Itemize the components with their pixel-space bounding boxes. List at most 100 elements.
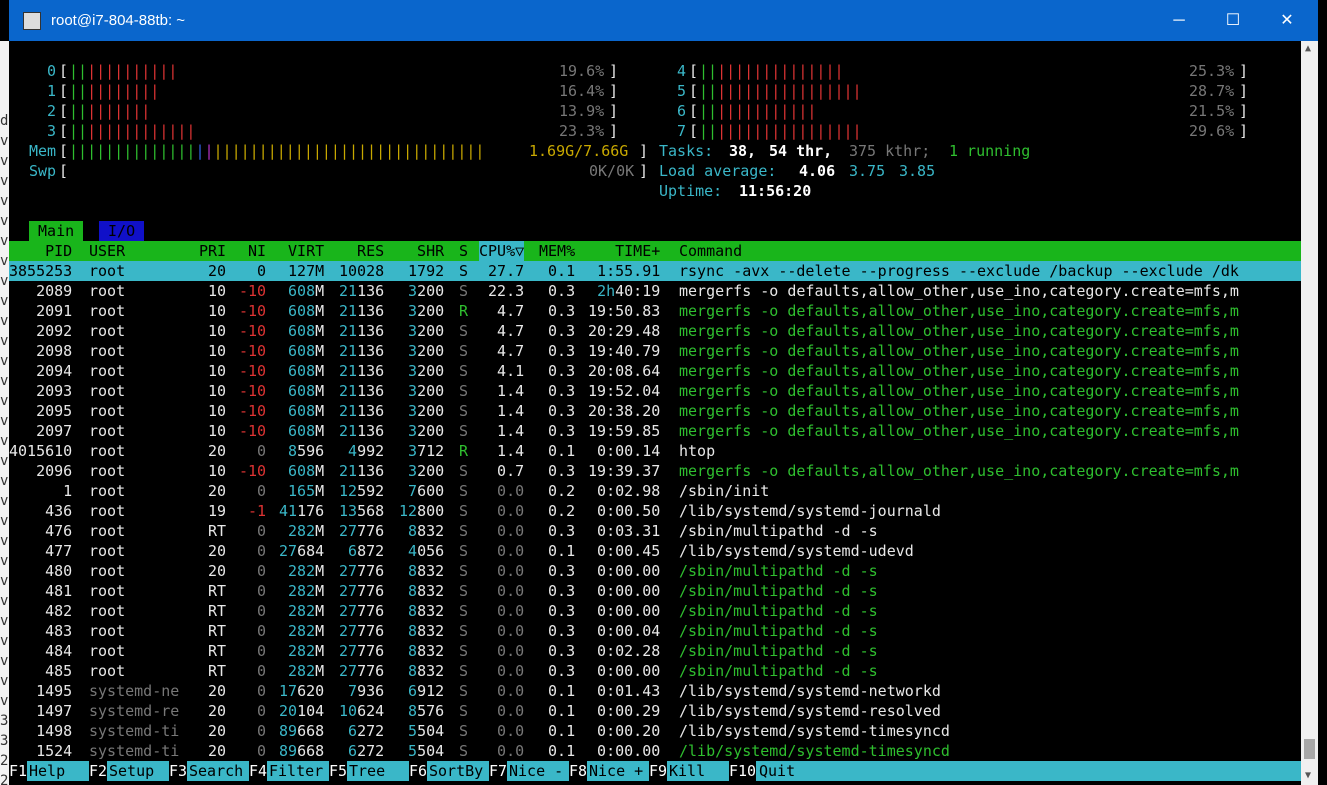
cell-virt: 608M: [279, 301, 324, 321]
column-header-cpu[interactable]: CPU%▽: [479, 241, 525, 261]
cell-s: R: [459, 302, 469, 320]
scroll-up-icon[interactable]: ▲: [1305, 43, 1311, 54]
close-button[interactable]: ✕: [1264, 0, 1310, 41]
process-row[interactable]: 481 root RT 0 282M 27776 8832 S 0.0 0.3 0:0…: [9, 581, 1301, 601]
strip-char: v: [0, 353, 9, 369]
process-row[interactable]: 2092 root 10 -10 608M 21136 3200 S 4.7 0.3 2…: [9, 321, 1301, 341]
fkey-f5[interactable]: F5: [329, 761, 348, 781]
process-row[interactable]: 482 root RT 0 282M 27776 8832 S 0.0 0.3 0:0…: [9, 601, 1301, 621]
vertical-scrollbar[interactable]: ▲ ▼: [1301, 41, 1318, 785]
column-header-user[interactable]: USER: [89, 241, 179, 261]
process-row[interactable]: 477 root 20 0 27684 6872 4056 S 0.0 0.1 0:0…: [9, 541, 1301, 561]
scrollbar-thumb[interactable]: [1304, 739, 1315, 759]
process-row[interactable]: 2095 root 10 -10 608M 21136 3200 S 1.4 0.3 2…: [9, 401, 1301, 421]
process-row[interactable]: 1524 systemd-ti 20 0 89668 6272 5504 S 0.0 …: [9, 741, 1301, 761]
column-header-res[interactable]: RES: [339, 241, 384, 261]
cell-cpu: 0.0: [479, 582, 525, 600]
column-header-pid[interactable]: PID: [9, 241, 72, 261]
process-row[interactable]: 436 root 19 -1 41176 13568 12800 S 0.0 0.2 0:…: [9, 501, 1301, 521]
cell-cpu: 0.0: [479, 502, 525, 520]
fkey-f1[interactable]: F1: [9, 761, 28, 781]
tab-bar: Main I/O: [9, 221, 1301, 241]
process-row[interactable]: 4015610 root 20 0 8596 4992 3712 R 1.4 0.1…: [9, 441, 1301, 461]
process-row[interactable]: 480 root 20 0 282M 27776 8832 S 0.0 0.3 0:0…: [9, 561, 1301, 581]
cell-res: 27776: [339, 561, 384, 581]
fkey-f8[interactable]: F8: [569, 761, 588, 781]
maximize-button[interactable]: ☐: [1210, 0, 1256, 41]
cell-res: 21136: [339, 341, 384, 361]
fkey-f6[interactable]: F6: [409, 761, 428, 781]
process-row[interactable]: 476 root RT 0 282M 27776 8832 S 0.0 0.3 0:0…: [9, 521, 1301, 541]
cell-s: S: [459, 562, 469, 580]
process-row[interactable]: 1498 systemd-ti 20 0 89668 6272 5504 S 0.0 …: [9, 721, 1301, 741]
process-row[interactable]: 2093 root 10 -10 608M 21136 3200 S 1.4 0.3 1…: [9, 381, 1301, 401]
cell-time: 0:03.31: [579, 522, 661, 540]
num-high: 8: [408, 622, 418, 640]
process-row[interactable]: 2097 root 10 -10 608M 21136 3200 S 1.4 0.3 1…: [9, 421, 1301, 441]
column-header-time[interactable]: TIME+: [579, 241, 660, 261]
column-header-pri[interactable]: PRI: [199, 241, 226, 261]
meter-bracket: ]: [1239, 122, 1249, 140]
process-row[interactable]: 483 root RT 0 282M 27776 8832 S 0.0 0.3 0:0…: [9, 621, 1301, 641]
fkey-label-f3[interactable]: Search: [189, 761, 244, 781]
fkey-label-f1[interactable]: Help: [29, 761, 84, 781]
column-header-virt[interactable]: VIRT: [279, 241, 324, 261]
pad: [399, 562, 408, 580]
column-header-ni[interactable]: NI: [239, 241, 266, 261]
cpu-bar: ||||||||||||||||||: [699, 81, 862, 101]
fkey-label-f4[interactable]: Filter: [269, 761, 324, 781]
cell-pri: 20: [199, 442, 227, 460]
cell-s: S: [459, 522, 469, 540]
htop-terminal[interactable]: 0[|||||||||||| 19.6%] 4[|||||||||||||||| 2…: [9, 41, 1301, 785]
fkey-label-f8[interactable]: Nice +: [589, 761, 644, 781]
scroll-down-icon[interactable]: ▼: [1305, 770, 1311, 781]
cell-cpu: 27.7: [479, 262, 525, 280]
bar-segment: |: [105, 62, 115, 80]
fkey-label-f7[interactable]: Nice -: [509, 761, 564, 781]
process-row[interactable]: 1 root 20 0 165M 12592 7600 S 0.0 0.2 0:02.…: [9, 481, 1301, 501]
fkey-label-f6[interactable]: SortBy: [429, 761, 484, 781]
meter-bracket: ]: [609, 82, 619, 100]
num-low: 596: [297, 442, 325, 460]
process-row[interactable]: 484 root RT 0 282M 27776 8832 S 0.0 0.3 0:0…: [9, 641, 1301, 661]
process-row[interactable]: 2096 root 10 -10 608M 21136 3200 S 0.7 0.3 1…: [9, 461, 1301, 481]
cell-virt: 20104: [279, 701, 324, 721]
pad: [339, 442, 348, 460]
column-header-shr[interactable]: SHR: [399, 241, 444, 261]
process-row[interactable]: 3855253 root 20 0 127M 10028 1792 S 27.7 0.…: [9, 261, 1301, 281]
pad: [399, 342, 408, 360]
column-header-command[interactable]: Command: [679, 241, 1239, 261]
cell-s: S: [459, 542, 469, 560]
process-row[interactable]: 2091 root 10 -10 608M 21136 3200 R 4.7 0.3 1…: [9, 301, 1301, 321]
bar-segment: |: [141, 122, 151, 140]
bar-segment: |: [339, 142, 349, 160]
tab-main[interactable]: Main: [29, 221, 84, 241]
fkey-f3[interactable]: F3: [169, 761, 188, 781]
fkey-f9[interactable]: F9: [649, 761, 668, 781]
process-row[interactable]: 2094 root 10 -10 608M 21136 3200 S 4.1 0.3 2…: [9, 361, 1301, 381]
process-row[interactable]: 1497 systemd-re 20 0 20104 10624 8576 S 0.0 …: [9, 701, 1301, 721]
cell-time: 2h40:19: [579, 281, 660, 301]
minimize-button[interactable]: ─: [1156, 0, 1202, 41]
tab-io[interactable]: I/O: [99, 221, 145, 241]
fkey-label-f10[interactable]: Quit: [759, 761, 796, 781]
fkey-f7[interactable]: F7: [489, 761, 508, 781]
window-title: root@i7-804-88tb: ~: [51, 12, 186, 29]
process-row[interactable]: 485 root RT 0 282M 27776 8832 S 0.0 0.3 0:0…: [9, 661, 1301, 681]
fkey-label-f2[interactable]: Setup: [109, 761, 164, 781]
cell-cpu: 4.7: [479, 322, 525, 340]
process-row[interactable]: 2098 root 10 -10 608M 21136 3200 S 4.7 0.3 1…: [9, 341, 1301, 361]
fkey-f4[interactable]: F4: [249, 761, 268, 781]
column-header-mem[interactable]: MEM%: [539, 241, 575, 261]
unit: M: [315, 322, 325, 340]
fkey-label-f5[interactable]: Tree: [349, 761, 404, 781]
process-row[interactable]: 2089 root 10 -10 608M 21136 3200 S 22.3 0.3 …: [9, 281, 1301, 301]
fkey-label-f9[interactable]: Kill: [669, 761, 724, 781]
column-header-state[interactable]: S: [459, 241, 468, 261]
cell-user: root: [89, 462, 180, 480]
fkey-f10[interactable]: F10: [729, 761, 757, 781]
process-row[interactable]: 1495 systemd-ne 20 0 17620 7936 6912 S 0.0 …: [9, 681, 1301, 701]
cell-cmd: /sbin/multipathd -d -s: [679, 582, 878, 600]
fkey-f2[interactable]: F2: [89, 761, 108, 781]
cell-pid: 2096: [9, 462, 73, 480]
